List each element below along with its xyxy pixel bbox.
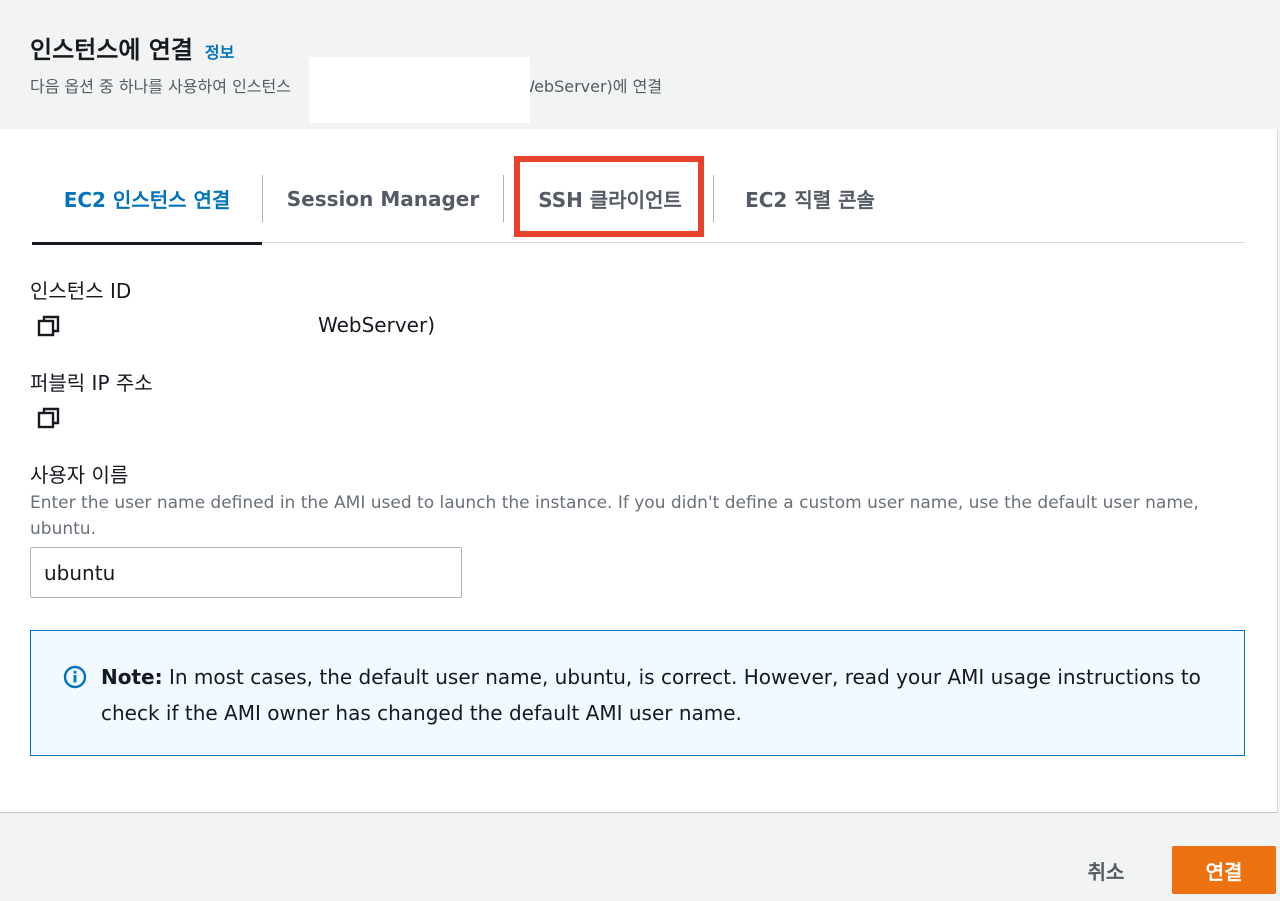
subtitle-suffix: (WebServer)에 연결 — [512, 77, 663, 96]
cancel-button[interactable]: 취소 — [1072, 846, 1140, 894]
info-link[interactable]: 정보 — [205, 39, 234, 63]
username-description: Enter the user name defined in the AMI u… — [30, 493, 1199, 539]
subtitle-prefix: 다음 옵션 중 하나를 사용하여 인스턴스 — [30, 77, 291, 96]
redaction-block — [309, 57, 530, 123]
info-icon — [63, 665, 87, 689]
title-row: 인스턴스에 연결 정보 — [30, 30, 234, 65]
note-body: In most cases, the default user name, ub… — [101, 665, 1201, 725]
tab-ssh-client[interactable]: SSH 클라이언트 — [520, 154, 700, 243]
tab-bar: EC2 인스턴스 연결 Session Manager SSH 클라이언트 EC… — [32, 154, 1245, 245]
connect-button[interactable]: 연결 — [1172, 846, 1276, 894]
dialog-header: 인스턴스에 연결 정보 다음 옵션 중 하나를 사용하여 인스턴스 (WebSer… — [0, 0, 1280, 129]
public-ip-label: 퍼블릭 IP 주소 — [30, 371, 153, 395]
tab-divider — [503, 175, 504, 222]
tab-session-manager[interactable]: Session Manager — [263, 154, 503, 243]
username-input[interactable] — [30, 547, 462, 598]
note-text: Note: In most cases, the default user na… — [101, 659, 1211, 731]
page-title: 인스턴스에 연결 — [30, 36, 193, 64]
connect-instance-dialog: 인스턴스에 연결 정보 다음 옵션 중 하나를 사용하여 인스턴스 (WebSer… — [0, 0, 1280, 901]
tab-ec2-serial-console[interactable]: EC2 직렬 콘솔 — [722, 154, 898, 243]
copy-icon[interactable] — [37, 406, 61, 430]
info-alert: Note: In most cases, the default user na… — [30, 630, 1245, 756]
tab-ec2-instance-connect[interactable]: EC2 인스턴스 연결 — [32, 154, 262, 245]
note-bold: Note: — [101, 665, 163, 689]
instance-id-label: 인스턴스 ID — [30, 279, 132, 303]
instance-id-value: WebServer) — [318, 313, 435, 337]
copy-icon[interactable] — [37, 314, 61, 338]
username-label: 사용자 이름 — [30, 463, 129, 487]
tab-divider — [713, 175, 714, 222]
